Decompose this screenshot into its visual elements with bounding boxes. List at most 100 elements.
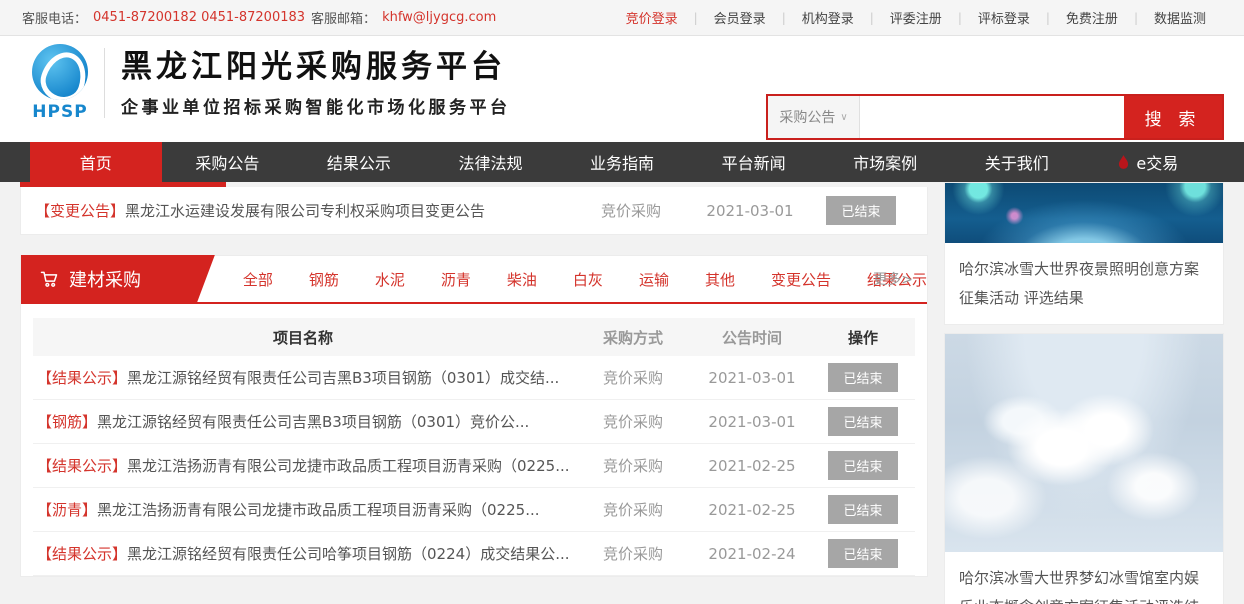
row-date: 2021-03-01 bbox=[693, 413, 811, 431]
tab-lime[interactable]: 白灰 bbox=[573, 269, 603, 290]
site-subtitle: 企事业单位招标采购智能化市场化服务平台 bbox=[121, 93, 511, 118]
notice-row: 【变更公告】 黑龙江水运建设发展有限公司专利权采购项目变更公告 竞价采购 202… bbox=[20, 187, 928, 235]
search-input[interactable] bbox=[860, 96, 1124, 138]
nav-home[interactable]: 首页 bbox=[30, 142, 162, 182]
news-card[interactable]: 哈尔滨冰雪大世界梦幻冰雪馆室内娱乐业态概念创意方案征集活动评选结果 bbox=[944, 333, 1224, 604]
status-badge: 已结束 bbox=[828, 363, 897, 392]
flame-icon bbox=[1118, 155, 1129, 170]
nav-laws[interactable]: 法律法规 bbox=[425, 142, 557, 182]
row-tag: 【钢筋】 bbox=[37, 411, 97, 432]
news-caption[interactable]: 哈尔滨冰雪大世界夜景照明创意方案征集活动 评选结果 bbox=[945, 243, 1223, 324]
col-method: 采购方式 bbox=[573, 327, 693, 348]
nav-business-guide[interactable]: 业务指南 bbox=[556, 142, 688, 182]
link-judge-register[interactable]: 评委注册 bbox=[874, 8, 958, 27]
status-badge: 已结束 bbox=[826, 196, 895, 225]
notice-tag: 【变更公告】 bbox=[35, 200, 125, 221]
nav-label: 结果公示 bbox=[327, 150, 391, 174]
row-title-link[interactable]: 黑龙江源铭经贸有限责任公司哈筝项目钢筋（0224）成交结果公... bbox=[127, 543, 569, 564]
link-org-login[interactable]: 机构登录 bbox=[786, 8, 870, 27]
table-row: 【结果公示】 黑龙江浩扬沥青有限公司龙捷市政品质工程项目沥青采购（0225...… bbox=[33, 444, 915, 488]
row-method: 竞价采购 bbox=[573, 411, 693, 432]
col-action: 操作 bbox=[811, 327, 915, 348]
table-row: 【结果公示】 黑龙江源铭经贸有限责任公司哈筝项目钢筋（0224）成交结果公...… bbox=[33, 532, 915, 576]
main-nav: 首页 采购公告 结果公示 法律法规 业务指南 平台新闻 市场案例 关于我们 e交… bbox=[0, 142, 1244, 182]
service-phone-numbers: 0451-87200182 0451-87200183 bbox=[93, 10, 305, 25]
link-bid-login[interactable]: 竞价登录 bbox=[610, 8, 694, 27]
service-email-link[interactable]: khfw@ljygcg.com bbox=[382, 10, 496, 25]
status-badge: 已结束 bbox=[828, 539, 897, 568]
table-row: 【沥青】 黑龙江浩扬沥青有限公司龙捷市政品质工程项目沥青采购（0225... 竞… bbox=[33, 488, 915, 532]
nav-procurement-notices[interactable]: 采购公告 bbox=[162, 142, 294, 182]
col-date: 公告时间 bbox=[693, 327, 811, 348]
brand[interactable]: HPSP 黑龙江阳光采购服务平台 企事业单位招标采购智能化市场化服务平台 bbox=[28, 44, 511, 122]
table-row: 【结果公示】 黑龙江源铭经贸有限责任公司吉黑B3项目钢筋（0301）成交结...… bbox=[33, 356, 915, 400]
col-project-name: 项目名称 bbox=[33, 327, 573, 348]
site-logo: HPSP bbox=[28, 44, 92, 122]
nav-about-us[interactable]: 关于我们 bbox=[951, 142, 1083, 182]
tab-diesel[interactable]: 柴油 bbox=[507, 269, 537, 290]
notice-title-link[interactable]: 黑龙江水运建设发展有限公司专利权采购项目变更公告 bbox=[125, 200, 485, 221]
building-materials-section: 建材采购 全部 钢筋 水泥 沥青 柴油 白灰 运输 其他 变更公告 结果公示 更… bbox=[20, 255, 928, 577]
service-email-label: 客服邮箱： bbox=[311, 8, 376, 27]
nav-label: 采购公告 bbox=[195, 150, 259, 174]
tab-asphalt[interactable]: 沥青 bbox=[441, 269, 471, 290]
service-phone-label: 客服电话： bbox=[22, 8, 87, 27]
nav-e-trade[interactable]: e交易 bbox=[1083, 142, 1215, 182]
ice-world-night-image bbox=[945, 183, 1223, 243]
nav-platform-news[interactable]: 平台新闻 bbox=[688, 142, 820, 182]
nav-result-publicity[interactable]: 结果公示 bbox=[293, 142, 425, 182]
site-header: HPSP 黑龙江阳光采购服务平台 企事业单位招标采购智能化市场化服务平台 采购公… bbox=[0, 36, 1244, 142]
table-header: 项目名称 采购方式 公告时间 操作 bbox=[33, 318, 915, 356]
tab-cement[interactable]: 水泥 bbox=[375, 269, 405, 290]
row-method: 竞价采购 bbox=[573, 455, 693, 476]
notice-date: 2021-03-01 bbox=[691, 202, 809, 220]
nav-market-cases[interactable]: 市场案例 bbox=[819, 142, 951, 182]
status-badge: 已结束 bbox=[828, 495, 897, 524]
link-eval-login[interactable]: 评标登录 bbox=[962, 8, 1046, 27]
row-date: 2021-02-24 bbox=[693, 545, 811, 563]
row-title-link[interactable]: 黑龙江浩扬沥青有限公司龙捷市政品质工程项目沥青采购（0225... bbox=[97, 499, 539, 520]
notice-method: 竞价采购 bbox=[571, 200, 691, 221]
news-card[interactable]: 哈尔滨冰雪大世界夜景照明创意方案征集活动 评选结果 bbox=[944, 182, 1224, 325]
section-header: 建材采购 全部 钢筋 水泥 沥青 柴油 白灰 运输 其他 变更公告 结果公示 更… bbox=[21, 256, 927, 304]
search-button[interactable]: 搜 索 bbox=[1124, 96, 1222, 138]
tab-change-notice[interactable]: 变更公告 bbox=[771, 269, 831, 290]
row-title-link[interactable]: 黑龙江源铭经贸有限责任公司吉黑B3项目钢筋（0301）成交结... bbox=[127, 367, 559, 388]
more-link[interactable]: 更多> bbox=[873, 269, 913, 289]
site-title: 黑龙江阳光采购服务平台 bbox=[121, 48, 511, 87]
cart-icon bbox=[39, 269, 59, 289]
tab-transport[interactable]: 运输 bbox=[639, 269, 669, 290]
topbar: 客服电话： 0451-87200182 0451-87200183 客服邮箱： … bbox=[0, 0, 1244, 36]
table-row: 【钢筋】 黑龙江源铭经贸有限责任公司吉黑B3项目钢筋（0301）竞价公... 竞… bbox=[33, 400, 915, 444]
row-tag: 【结果公示】 bbox=[37, 455, 127, 476]
category-tabs: 全部 钢筋 水泥 沥青 柴油 白灰 运输 其他 变更公告 结果公示 bbox=[243, 269, 927, 290]
status-badge: 已结束 bbox=[828, 451, 897, 480]
nav-label: 法律法规 bbox=[458, 150, 522, 174]
topbar-links: 竞价登录| 会员登录| 机构登录| 评委注册| 评标登录| 免费注册| 数据监测 bbox=[610, 8, 1222, 27]
search-category-dropdown[interactable]: 采购公告 ∨ bbox=[768, 96, 860, 138]
nav-label: e交易 bbox=[1136, 150, 1178, 174]
row-tag: 【结果公示】 bbox=[37, 543, 127, 564]
section-title: 建材采购 bbox=[69, 266, 141, 292]
link-free-register[interactable]: 免费注册 bbox=[1050, 8, 1134, 27]
logo-acronym: HPSP bbox=[28, 102, 92, 122]
link-data-monitor[interactable]: 数据监测 bbox=[1138, 8, 1222, 27]
logo-icon bbox=[32, 44, 88, 100]
news-caption[interactable]: 哈尔滨冰雪大世界梦幻冰雪馆室内娱乐业态概念创意方案征集活动评选结果 bbox=[945, 552, 1223, 604]
search-box: 采购公告 ∨ 搜 索 bbox=[766, 94, 1224, 140]
status-badge: 已结束 bbox=[828, 407, 897, 436]
divider bbox=[104, 48, 105, 118]
tab-all[interactable]: 全部 bbox=[243, 269, 273, 290]
link-member-login[interactable]: 会员登录 bbox=[698, 8, 782, 27]
nav-label: 市场案例 bbox=[853, 150, 917, 174]
row-title-link[interactable]: 黑龙江源铭经贸有限责任公司吉黑B3项目钢筋（0301）竞价公... bbox=[97, 411, 529, 432]
row-date: 2021-03-01 bbox=[693, 369, 811, 387]
row-method: 竞价采购 bbox=[573, 367, 693, 388]
tab-other[interactable]: 其他 bbox=[705, 269, 735, 290]
section-title-tab[interactable]: 建材采购 bbox=[21, 255, 215, 303]
chevron-down-icon: ∨ bbox=[840, 112, 847, 123]
tab-rebar[interactable]: 钢筋 bbox=[309, 269, 339, 290]
row-title-link[interactable]: 黑龙江浩扬沥青有限公司龙捷市政品质工程项目沥青采购（0225... bbox=[127, 455, 569, 476]
nav-label: 首页 bbox=[80, 150, 112, 174]
row-method: 竞价采购 bbox=[573, 543, 693, 564]
